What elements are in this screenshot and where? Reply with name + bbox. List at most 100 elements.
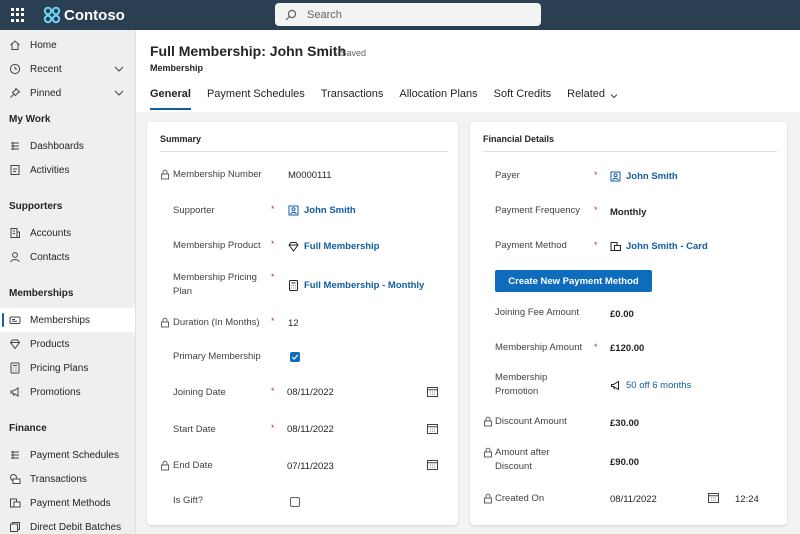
sidebar-item-activities[interactable]: Activities xyxy=(0,158,135,182)
activities-icon xyxy=(9,164,21,176)
dashboard-icon xyxy=(9,140,21,152)
calendar-icon[interactable] xyxy=(427,459,438,470)
sidebar-item-label: Payment Schedules xyxy=(30,449,119,461)
required-indicator: * xyxy=(271,423,275,433)
field-label: Created On xyxy=(495,493,545,504)
field-label: Membership Pricing xyxy=(173,272,257,283)
contoso-logo-icon xyxy=(43,6,61,24)
calculator-icon xyxy=(288,280,299,291)
entity-name: Membership xyxy=(150,63,204,73)
sidebar-item-memberships[interactable]: Memberships xyxy=(0,308,135,332)
tab-general[interactable]: General xyxy=(150,88,191,110)
person-icon xyxy=(9,251,21,263)
chevron-down-icon[interactable] xyxy=(113,63,125,75)
is-gift-checkbox[interactable] xyxy=(290,497,300,507)
sidebar-item-payment-methods[interactable]: Payment Methods xyxy=(0,491,135,515)
section-title-my-work: My Work xyxy=(9,114,51,125)
app-logo[interactable]: Contoso xyxy=(42,5,125,25)
required-indicator: * xyxy=(594,205,598,215)
sidebar-item-payment-schedules[interactable]: Payment Schedules xyxy=(0,443,135,467)
sidebar-item-home[interactable]: Home xyxy=(0,33,135,57)
sidebar: Home Recent Pinned My Work Dashboards Ac… xyxy=(0,30,136,534)
app-name: Contoso xyxy=(64,6,125,24)
tab-allocation-plans[interactable]: Allocation Plans xyxy=(399,88,477,110)
calendar-icon[interactable] xyxy=(708,492,719,503)
required-indicator: * xyxy=(594,240,598,250)
sidebar-item-dashboards[interactable]: Dashboards xyxy=(0,134,135,158)
sidebar-item-contacts[interactable]: Contacts xyxy=(0,245,135,269)
field-label: Membership Amount xyxy=(495,342,583,353)
primary-membership-checkbox[interactable] xyxy=(290,352,300,362)
field-label: Is Gift? xyxy=(173,495,204,506)
sidebar-item-label: Activities xyxy=(30,164,70,176)
contact-icon xyxy=(288,205,299,216)
financial-details-title: Financial Details xyxy=(483,134,555,144)
diamond-icon xyxy=(9,338,21,350)
field-label: Payment Method xyxy=(495,240,567,251)
joining-fee-value[interactable]: £0.00 xyxy=(610,309,634,320)
sidebar-item-label: Memberships xyxy=(30,314,91,326)
sidebar-item-pinned[interactable]: Pinned xyxy=(0,81,135,105)
tab-payment-schedules[interactable]: Payment Schedules xyxy=(207,88,305,110)
tab-transactions[interactable]: Transactions xyxy=(321,88,384,110)
sidebar-item-products[interactable]: Products xyxy=(0,332,135,356)
megaphone-icon xyxy=(9,386,21,398)
tab-soft-credits[interactable]: Soft Credits xyxy=(494,88,551,110)
created-on-date[interactable]: 08/11/2022 xyxy=(610,494,657,505)
search-box[interactable]: Search xyxy=(275,3,541,26)
start-date-value[interactable]: 08/11/2022 xyxy=(287,424,334,435)
field-label: Primary Membership xyxy=(173,351,261,362)
required-indicator: * xyxy=(271,272,275,282)
payer-value: John Smith xyxy=(626,171,678,182)
page-title: Full Membership: John Smith xyxy=(150,43,347,59)
payer-lookup[interactable]: John Smith xyxy=(610,171,678,182)
chevron-down-icon[interactable] xyxy=(113,87,125,99)
membership-product-value: Full Membership xyxy=(304,241,380,252)
pricing-plan-lookup[interactable]: Full Membership - Monthly xyxy=(288,280,424,291)
promotion-value: 50 off 6 months xyxy=(626,380,692,391)
lock-icon xyxy=(483,416,493,427)
payment-frequency-value[interactable]: Monthly xyxy=(610,207,646,218)
calendar-icon[interactable] xyxy=(427,423,438,434)
sidebar-item-transactions[interactable]: Transactions xyxy=(0,467,135,491)
field-label: End Date xyxy=(173,460,213,471)
membership-number-value[interactable]: M0000111 xyxy=(288,170,332,181)
sidebar-item-label: Direct Debit Batches xyxy=(30,521,122,533)
sidebar-item-promotions[interactable]: Promotions xyxy=(0,380,135,404)
create-payment-method-button[interactable]: Create New Payment Method xyxy=(495,270,652,292)
end-date-value[interactable]: 07/11/2023 xyxy=(287,461,334,472)
created-on-time[interactable]: 12:24 xyxy=(735,494,759,505)
sidebar-item-label: Transactions xyxy=(30,473,87,485)
sidebar-item-direct-debit-batches[interactable]: Direct Debit Batches xyxy=(0,515,135,534)
tab-related[interactable]: Related xyxy=(567,88,619,110)
membership-product-lookup[interactable]: Full Membership xyxy=(288,241,379,252)
field-label: Plan xyxy=(173,286,193,297)
discount-amount-value[interactable]: £30.00 xyxy=(610,418,639,429)
calendar-icon[interactable] xyxy=(427,386,438,397)
supporter-lookup[interactable]: John Smith xyxy=(288,205,356,216)
field-label: Start Date xyxy=(173,424,216,435)
membership-amount-value[interactable]: £120.00 xyxy=(610,343,644,354)
duration-value[interactable]: 12 xyxy=(288,318,299,329)
payment-method-value: John Smith - Card xyxy=(626,241,708,252)
sidebar-item-accounts[interactable]: Accounts xyxy=(0,221,135,245)
sidebar-item-label: Home xyxy=(30,39,57,51)
sidebar-item-label: Accounts xyxy=(30,227,72,239)
field-label: Payer xyxy=(495,170,520,181)
sidebar-item-label: Products xyxy=(30,338,70,350)
sidebar-item-pricing-plans[interactable]: Pricing Plans xyxy=(0,356,135,380)
app-launcher-icon[interactable] xyxy=(11,8,25,22)
payment-method-icon xyxy=(9,497,21,509)
field-label: Membership xyxy=(495,372,548,383)
section-title-memberships: Memberships xyxy=(9,288,74,299)
promotion-lookup[interactable]: 50 off 6 months xyxy=(610,380,691,391)
schedule-icon xyxy=(9,449,21,461)
joining-date-value[interactable]: 08/11/2022 xyxy=(287,387,334,398)
lock-icon xyxy=(160,460,170,471)
amount-after-discount-value[interactable]: £90.00 xyxy=(610,457,639,468)
sidebar-item-recent[interactable]: Recent xyxy=(0,57,135,81)
payment-method-lookup[interactable]: John Smith - Card xyxy=(610,241,708,252)
field-label: Supporter xyxy=(173,205,215,216)
membership-card-icon xyxy=(9,314,21,326)
pin-icon xyxy=(9,87,21,99)
